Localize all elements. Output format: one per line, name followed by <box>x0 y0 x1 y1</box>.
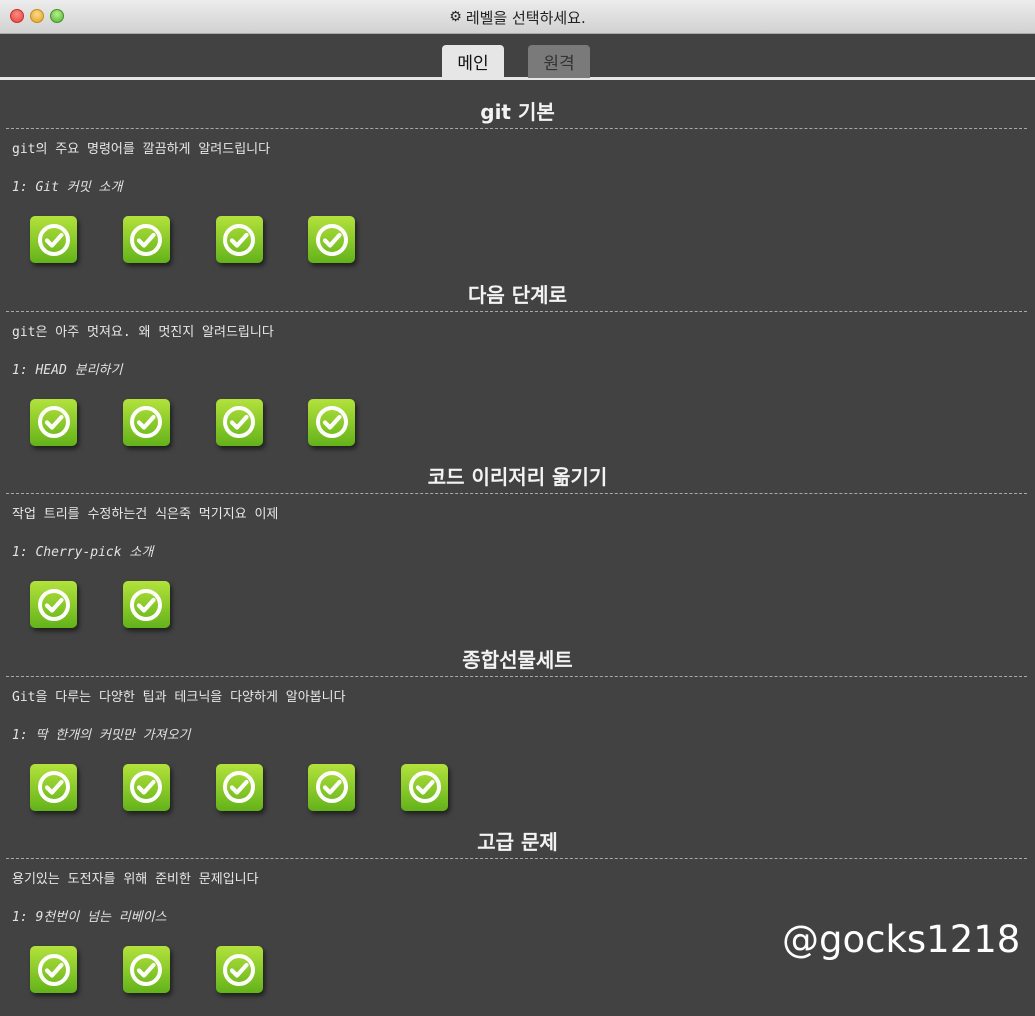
checkmark-icon <box>36 587 72 623</box>
checkmark-icon <box>128 952 164 988</box>
sequence-title: 코드 이리저리 옮기기 <box>427 465 608 489</box>
level-complete-button[interactable] <box>215 763 263 811</box>
current-level-label: 1: Cherry-pick 소개 <box>12 545 154 560</box>
checkmark-icon <box>314 222 350 258</box>
checkmark-icon <box>128 587 164 623</box>
current-level-label: 1: Git 커밋 소개 <box>12 180 123 195</box>
gear-icon: ⚙ <box>449 9 462 25</box>
level-sequence: 종합선물세트 Git을 다루는 다양한 팁과 테크닉을 다양하게 알아봅니다 1: … <box>0 628 1035 811</box>
checkmark-icon <box>36 952 72 988</box>
window-title-group: ⚙ 레벨을 선택하세요. <box>0 0 1035 34</box>
level-complete-button[interactable] <box>122 398 170 446</box>
level-complete-button[interactable] <box>308 763 356 811</box>
sequence-title: 고급 문제 <box>477 830 558 854</box>
level-sequence: 고급 문제용기있는 도전자를 위해 준비한 문제입니다 1: 9천번이 넘는 리베… <box>0 810 1035 993</box>
level-complete-button[interactable] <box>401 763 449 811</box>
level-complete-button[interactable] <box>30 216 77 263</box>
checkmark-icon <box>314 404 350 440</box>
watermark: @gocks1218 <box>782 918 1021 961</box>
level-complete-button[interactable] <box>122 946 170 993</box>
title-bar: ⚙ 레벨을 선택하세요. <box>0 0 1035 34</box>
sequence-title: 다음 단계로 <box>468 282 567 307</box>
sequence-divider <box>6 310 1027 312</box>
level-complete-button[interactable] <box>215 946 263 993</box>
sequence-description: 작업 트리를 수정하는건 식은죽 먹기지요 이제 <box>12 507 279 522</box>
level-complete-button[interactable] <box>122 216 170 263</box>
level-complete-button[interactable] <box>30 763 77 811</box>
checkmark-icon <box>36 222 72 258</box>
level-complete-button[interactable] <box>30 946 77 993</box>
sequence-divider <box>6 675 1027 677</box>
current-level-label: 1: 딱 한개의 커밋만 가져오기 <box>12 727 191 743</box>
level-list: git 기본 git의 주요 명령어를 깔끔하게 알려드립니다 1: Git 커밋 … <box>0 80 1035 993</box>
level-complete-button[interactable] <box>122 581 170 628</box>
tab-bar: 메인 원격 <box>0 34 1035 80</box>
checkmark-icon <box>36 404 72 440</box>
level-complete-button[interactable] <box>308 216 356 263</box>
level-complete-button[interactable] <box>30 398 77 446</box>
checkmark-icon <box>128 222 164 258</box>
window-title: 레벨을 선택하세요. <box>465 8 586 27</box>
sequence-title: 종합선물세트 <box>462 647 573 672</box>
level-complete-button[interactable] <box>308 398 356 446</box>
checkmark-icon <box>36 769 72 805</box>
checkmark-icon <box>128 769 164 805</box>
checkmark-icon <box>221 404 257 440</box>
level-sequence: 코드 이리저리 옮기기작업 트리를 수정하는건 식은죽 먹기지요 이제 1: Ch… <box>0 445 1035 628</box>
sequence-title: git 기본 <box>480 100 555 124</box>
sequence-divider <box>6 128 1027 129</box>
tab-main[interactable]: 메인 <box>442 45 504 78</box>
sequence-divider <box>6 858 1027 859</box>
level-complete-button[interactable] <box>122 763 170 811</box>
checkmark-icon <box>407 769 443 805</box>
checkmark-icon <box>221 952 257 988</box>
checkmark-icon <box>128 404 164 440</box>
current-level-label: 1: 9천번이 넘는 리베이스 <box>12 910 167 925</box>
sequence-description: git의 주요 명령어를 깔끔하게 알려드립니다 <box>12 142 271 157</box>
checkmark-icon <box>221 769 257 805</box>
level-sequence: git 기본 git의 주요 명령어를 깔끔하게 알려드립니다 1: Git 커밋 … <box>0 80 1035 263</box>
sequence-description: git은 아주 멋져요. 왜 멋진지 알려드립니다 <box>12 324 274 340</box>
level-sequence: 다음 단계로 git은 아주 멋져요. 왜 멋진지 알려드립니다 1: HEAD 분… <box>0 263 1035 446</box>
sequence-divider <box>6 493 1027 494</box>
sequence-description: Git을 다루는 다양한 팁과 테크닉을 다양하게 알아봅니다 <box>12 689 346 705</box>
checkmark-icon <box>221 222 257 258</box>
current-level-label: 1: HEAD 분리하기 <box>12 362 123 378</box>
level-complete-button[interactable] <box>215 398 263 446</box>
sequence-description: 용기있는 도전자를 위해 준비한 문제입니다 <box>12 872 259 887</box>
tab-remote[interactable]: 원격 <box>528 45 590 78</box>
level-complete-button[interactable] <box>30 581 77 628</box>
app-window: ⚙ 레벨을 선택하세요. 메인 원격 git 기본 git의 주요 명령어를 깔끔… <box>0 0 1035 1016</box>
level-complete-button[interactable] <box>215 216 263 263</box>
checkmark-icon <box>314 769 350 805</box>
